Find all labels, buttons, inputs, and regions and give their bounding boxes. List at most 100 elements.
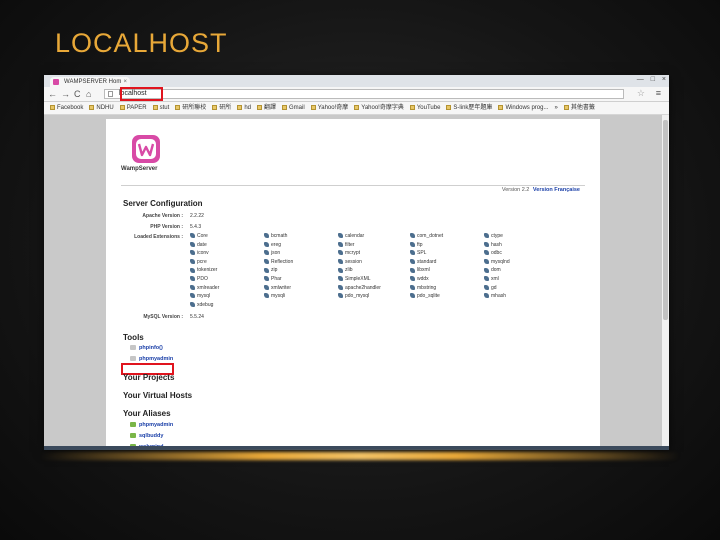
extension-icon	[338, 284, 343, 290]
version-text: Version 2.2	[501, 187, 530, 193]
extension-item: mcrypt	[338, 249, 381, 258]
folder-icon	[89, 104, 95, 110]
extension-icon	[338, 241, 343, 247]
php-version-value: 5.4.3	[190, 224, 202, 230]
extension-item: mysqli	[264, 292, 293, 301]
forward-icon[interactable]: →	[61, 88, 70, 100]
bookmark-item[interactable]: hd	[237, 102, 251, 114]
youtube-icon	[409, 104, 415, 110]
alias-icon	[130, 433, 136, 439]
close-window-icon[interactable]: ×	[662, 76, 666, 83]
folder-icon	[119, 104, 125, 110]
wamp-favicon-icon	[53, 79, 59, 85]
reload-icon[interactable]: C	[74, 88, 81, 100]
folder-icon	[152, 104, 158, 110]
tool-icon	[130, 356, 136, 362]
minimize-icon[interactable]: —	[637, 76, 644, 83]
tool-phpmyadmin-link[interactable]: phpmyadmin	[130, 356, 173, 362]
home-icon[interactable]: ⌂	[86, 88, 91, 100]
extension-item: mbstring	[410, 284, 443, 293]
bookmarks-overflow[interactable]: »	[554, 102, 557, 114]
bookmark-item[interactable]: Facebook	[50, 102, 83, 114]
extension-item: mysqlnd	[484, 258, 510, 267]
extension-icon	[338, 267, 343, 273]
bookmark-star-icon[interactable]: ☆	[637, 88, 645, 99]
folder-icon	[237, 104, 243, 110]
bookmark-item[interactable]: stut	[152, 102, 169, 114]
extension-item: zip	[264, 266, 293, 275]
bookmark-item[interactable]: PAPER	[119, 102, 147, 114]
scrollbar-thumb[interactable]	[663, 120, 668, 320]
extension-icon	[264, 293, 269, 299]
extension-item: xdebug	[190, 301, 219, 310]
extension-item: mysql	[190, 292, 219, 301]
extension-item: Reflection	[264, 258, 293, 267]
extensions-column-1: Core date iconv pcre tokenizer PDO xmlre…	[190, 232, 219, 309]
folder-icon	[212, 104, 218, 110]
aliases-heading: Your Aliases	[123, 409, 171, 418]
bookmark-item[interactable]: 其他書籤	[563, 102, 595, 114]
alias-sqlbuddy-link[interactable]: sqlbuddy	[130, 433, 163, 439]
extension-item: standard	[410, 258, 443, 267]
version-francaise-link[interactable]: Version Française	[533, 187, 580, 193]
extension-icon	[190, 233, 195, 239]
slide-title: LOCALHOST	[55, 28, 228, 58]
server-config-heading: Server Configuration	[123, 199, 203, 208]
extension-icon	[484, 250, 489, 256]
extension-item: calendar	[338, 232, 381, 241]
extension-icon	[338, 233, 343, 239]
extension-icon	[410, 258, 415, 264]
bookmark-item[interactable]: YouTube	[409, 102, 440, 114]
bookmark-item[interactable]: S-link歷年題庫	[446, 102, 492, 114]
address-bar[interactable]: localhost	[104, 89, 624, 99]
tool-icon	[130, 345, 136, 351]
extension-item: Core	[190, 232, 219, 241]
extension-icon	[484, 284, 489, 290]
extension-item: bcmath	[264, 232, 293, 241]
bookmark-item[interactable]: 研所聯校	[175, 102, 206, 114]
extension-icon	[410, 241, 415, 247]
version-line: Version 2.2 Version Française	[502, 187, 580, 193]
bookmark-item[interactable]: Yahoo!奇摩字典	[354, 102, 404, 114]
browser-toolbar: ← → C ⌂ localhost ☆ ≡	[44, 87, 669, 102]
bookmark-item[interactable]: Yahoo!奇摩	[310, 102, 348, 114]
version-divider	[121, 185, 585, 186]
bookmark-item[interactable]: 翻譯	[257, 102, 276, 114]
extension-icon	[264, 276, 269, 282]
extension-icon	[484, 258, 489, 264]
extension-item: pdo_mysql	[338, 292, 381, 301]
extension-icon	[338, 250, 343, 256]
extension-icon	[410, 250, 415, 256]
alias-phpmyadmin-link[interactable]: phpmyadmin	[130, 422, 173, 428]
bookmark-item[interactable]: Gmail	[282, 102, 305, 114]
menu-icon[interactable]: ≡	[656, 88, 661, 98]
extension-item: iconv	[190, 249, 219, 258]
tab-close-icon[interactable]: ×	[123, 77, 127, 87]
tab-strip: WAMPSERVER Hom × — □ ×	[44, 75, 669, 87]
extension-item: apache2handler	[338, 284, 381, 293]
extension-icon	[190, 250, 195, 256]
maximize-icon[interactable]: □	[651, 76, 655, 83]
tool-phpinfo-link[interactable]: phpinfo()	[130, 345, 163, 351]
logo-text: WampServer	[121, 166, 158, 172]
back-icon[interactable]: ←	[48, 88, 57, 100]
extension-item: mhash	[484, 292, 510, 301]
bookmark-item[interactable]: NDHU	[89, 102, 114, 114]
bookmark-item[interactable]: Windows prog...	[498, 102, 548, 114]
extension-item: PDO	[190, 275, 219, 284]
link-icon	[446, 104, 452, 110]
extension-item: SimpleXML	[338, 275, 381, 284]
extension-icon	[190, 276, 195, 282]
tab-title: WAMPSERVER Hom	[64, 79, 122, 85]
bookmark-item[interactable]: 研所	[212, 102, 231, 114]
extension-item: zlib	[338, 266, 381, 275]
window-controls: — □ ×	[632, 76, 666, 83]
extension-icon	[338, 293, 343, 299]
extension-icon	[410, 293, 415, 299]
apache-version-label: Apache Version :	[142, 213, 183, 219]
gmail-icon	[282, 104, 288, 110]
browser-tab[interactable]: WAMPSERVER Hom ×	[50, 77, 130, 87]
php-version-label: PHP Version :	[150, 224, 183, 230]
extension-item: ctype	[484, 232, 510, 241]
extension-item: session	[338, 258, 381, 267]
